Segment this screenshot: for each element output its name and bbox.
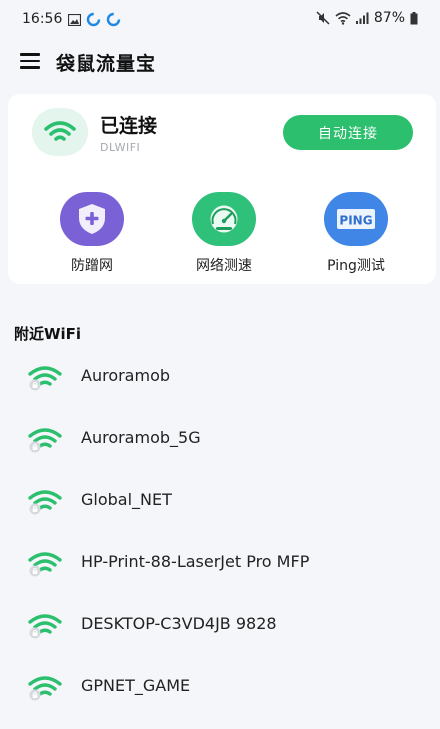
mute-icon — [316, 11, 330, 25]
wifi-list-item[interactable]: Auroramob_5G — [0, 409, 440, 471]
wifi-icon — [335, 11, 351, 25]
tool-anti-leech[interactable]: 防蹭网 — [37, 192, 147, 275]
connected-wifi-badge — [32, 108, 88, 156]
shield-plus-icon — [79, 204, 105, 234]
tool-icon-bg — [192, 192, 256, 246]
tool-grid: 防蹭网 网络测速 PING Ping测试 — [8, 192, 436, 278]
tool-label: Ping测试 — [327, 258, 385, 274]
locked-wifi-icon — [28, 490, 62, 515]
tool-speed-test[interactable]: 网络测速 — [169, 192, 279, 275]
signal-icon — [355, 12, 369, 24]
status-time: 16:56 — [22, 11, 63, 27]
connected-ssid: DLWIFI — [100, 141, 141, 154]
wifi-name: Global_NET — [81, 490, 172, 509]
wifi-name: Auroramob_5G — [81, 428, 201, 447]
auto-connect-button[interactable]: 自动连接 — [283, 115, 413, 150]
image-icon — [68, 13, 81, 26]
wifi-list-item[interactable]: Auroramob — [0, 347, 440, 409]
battery-percent: 87% — [373, 10, 405, 26]
locked-wifi-icon — [28, 676, 62, 701]
wifi-name: GPNET_GAME — [81, 676, 191, 695]
menu-icon[interactable] — [20, 52, 42, 70]
tool-icon-bg: PING — [324, 192, 388, 246]
wifi-name: Auroramob — [81, 366, 171, 385]
connection-card: 已连接 DLWIFI 自动连接 防蹭网 网络测速 PING Ping测试 — [8, 94, 436, 284]
wifi-list-item[interactable]: DESKTOP-C3VD4JB 9828 — [0, 595, 440, 657]
locked-wifi-icon — [28, 366, 62, 391]
wifi-list: Auroramob Auroramob_5G Global_NET HP-Pri… — [0, 347, 440, 719]
wifi-list-item[interactable]: GPNET_GAME — [0, 657, 440, 719]
tool-label: 网络测速 — [196, 258, 252, 274]
ping-icon: PING — [337, 209, 375, 229]
locked-wifi-icon — [28, 614, 62, 639]
speedometer-icon — [210, 205, 238, 233]
wifi-name: DESKTOP-C3VD4JB 9828 — [81, 614, 277, 633]
wifi-name: HP-Print-88-LaserJet Pro MFP — [81, 552, 310, 571]
sync-icon — [86, 12, 101, 27]
tool-label: 防蹭网 — [71, 258, 113, 274]
svg-text:PING: PING — [339, 214, 372, 228]
connection-status: 已连接 — [100, 115, 158, 137]
battery-icon — [410, 11, 418, 24]
tool-icon-bg — [60, 192, 124, 246]
wifi-icon — [44, 121, 76, 141]
nearby-wifi-heading: 附近WiFi — [14, 325, 82, 343]
status-bar: 16:56 87% — [0, 0, 440, 38]
wifi-list-item[interactable]: Global_NET — [0, 471, 440, 533]
app-header: 袋鼠流量宝 — [0, 38, 440, 86]
locked-wifi-icon — [28, 552, 62, 577]
locked-wifi-icon — [28, 428, 62, 453]
page-title: 袋鼠流量宝 — [56, 53, 157, 75]
tool-ping-test[interactable]: PING Ping测试 — [301, 192, 411, 275]
wifi-list-item[interactable]: HP-Print-88-LaserJet Pro MFP — [0, 533, 440, 595]
sync-icon — [106, 12, 121, 27]
